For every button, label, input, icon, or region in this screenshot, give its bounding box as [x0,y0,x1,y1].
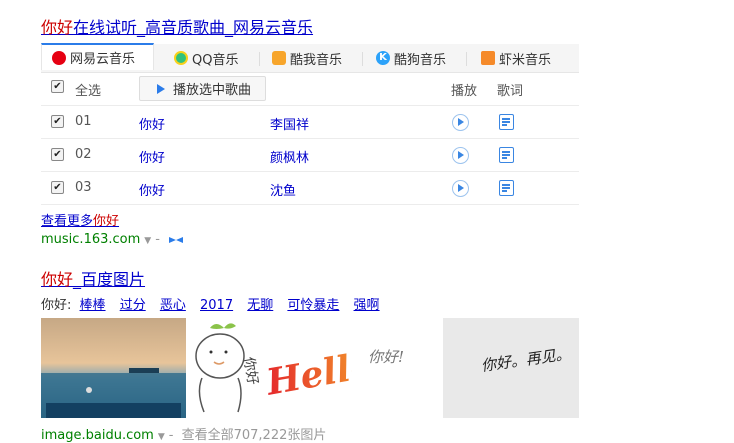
music-provider-tabs: 网易云音乐 QQ音乐 酷我音乐 K 酷狗音乐 虾米音乐 [41,43,579,73]
select-all-label: 全选 [75,84,102,99]
nihao-image: 你好! [352,318,443,418]
tag-link[interactable]: 恶心 [160,298,186,313]
nihao-text: 你好! [368,348,404,366]
lyrics-icon[interactable] [499,147,514,163]
title-highlight: 你好 [41,270,74,289]
hello-image: Hello [261,318,352,418]
tab-qq[interactable]: QQ音乐 [174,44,238,72]
title-highlight: 你好 [41,18,74,37]
view-more-link[interactable]: 查看更多你好 [41,210,119,229]
artist-link[interactable]: 沈鱼 [270,180,296,199]
view-more-prefix: 查看更多 [41,214,94,229]
play-button[interactable] [452,114,469,131]
result-title-images[interactable]: 你好_百度图片 [41,266,145,290]
dropdown-arrow-icon[interactable]: ▼ [158,432,165,442]
sunset-sea-image [41,318,186,418]
tab-label: 酷我音乐 [290,52,343,68]
song-row: ✔ 02 你好 颜枫林 [41,138,579,171]
song-checkbox[interactable]: ✔ [51,115,64,128]
url-text: music.163.com [41,232,141,247]
tag-link[interactable]: 过分 [120,298,146,313]
tab-label: QQ音乐 [192,52,239,68]
bow-icon[interactable] [168,235,184,245]
song-table-header: ✔ 全选 播放选中歌曲 播放 歌词 [41,72,579,104]
result-url: image.baidu.com ▼ - 查看全部707,222张图片 [41,424,326,443]
view-more-highlight: 你好 [93,214,120,229]
image-thumbnail-cartoon[interactable]: 你好 [186,318,266,418]
tab-divider [466,52,467,66]
cartoon-image: 你好 [186,318,266,418]
lyrics-icon[interactable] [499,114,514,130]
song-number: 01 [75,114,92,129]
song-row: ✔ 03 你好 沈鱼 [41,171,579,205]
url-separator: - [168,428,174,443]
song-number: 03 [75,180,92,195]
url-separator: - [155,232,160,247]
play-selected-label: 播放选中歌曲 [173,83,252,98]
tag-link[interactable]: 2017 [200,298,233,313]
tab-netease[interactable]: 网易云音乐 [41,43,154,70]
xiami-music-icon [481,51,495,65]
song-title-link[interactable]: 你好 [139,147,165,166]
title-text: _百度图片 [73,270,146,289]
tab-label: 网易云音乐 [70,52,136,67]
play-icon [157,83,165,94]
song-number: 02 [75,147,92,162]
result-url: music.163.com ▼ - [41,232,184,247]
kugou-music-icon: K [376,51,390,65]
artist-link[interactable]: 李国祥 [270,114,309,133]
tab-divider [362,52,363,66]
image-thumbnail-sunset[interactable] [41,318,186,418]
play-button[interactable] [452,147,469,164]
title-text: 在线试听_高音质歌曲_网易云音乐 [73,18,314,37]
tab-kugou[interactable]: K 酷狗音乐 [376,44,446,72]
view-all-images-link[interactable]: 查看全部707,222张图片 [182,428,327,443]
song-title-link[interactable]: 你好 [139,180,165,199]
tab-divider [259,52,260,66]
dropdown-arrow-icon[interactable]: ▼ [144,236,151,246]
handwriting-image: 你好。再见。 [443,318,579,418]
song-title-link[interactable]: 你好 [139,114,165,133]
qq-music-icon [174,51,188,65]
tab-kuwo[interactable]: 酷我音乐 [272,44,342,72]
song-checkbox[interactable]: ✔ [51,181,64,194]
tag-link[interactable]: 棒棒 [80,298,106,313]
tag-link[interactable]: 强啊 [354,298,380,313]
song-row: ✔ 01 你好 李国祥 [41,105,579,138]
song-checkbox[interactable]: ✔ [51,148,64,161]
url-text: image.baidu.com [41,428,154,443]
tab-xiami[interactable]: 虾米音乐 [481,44,551,72]
play-button[interactable] [452,180,469,197]
image-thumbnail-hello[interactable]: Hello [261,318,352,418]
tags-prefix: 你好: [41,298,72,313]
kuwo-music-icon [272,51,286,65]
play-selected-button[interactable]: 播放选中歌曲 [139,76,266,101]
image-thumbnail-nihao[interactable]: 你好! [352,318,443,418]
image-thumbnail-handwriting[interactable]: 你好。再见。 [443,318,579,418]
result-title-music[interactable]: 你好在线试听_高音质歌曲_网易云音乐 [41,14,313,38]
lyrics-icon[interactable] [499,180,514,196]
tab-label: 虾米音乐 [499,52,552,68]
tab-label: 酷狗音乐 [394,52,447,68]
lyrics-column-header: 歌词 [497,84,524,99]
artist-link[interactable]: 颜枫林 [270,147,309,166]
related-tags: 你好: 棒棒 过分 恶心 2017 无聊 可怜暴走 强啊 [41,294,390,313]
tag-link[interactable]: 无聊 [247,298,273,313]
play-column-header: 播放 [451,84,478,99]
tag-link[interactable]: 可怜暴走 [287,298,339,313]
netease-music-icon [52,50,66,65]
select-all-checkbox[interactable]: ✔ [51,80,64,93]
